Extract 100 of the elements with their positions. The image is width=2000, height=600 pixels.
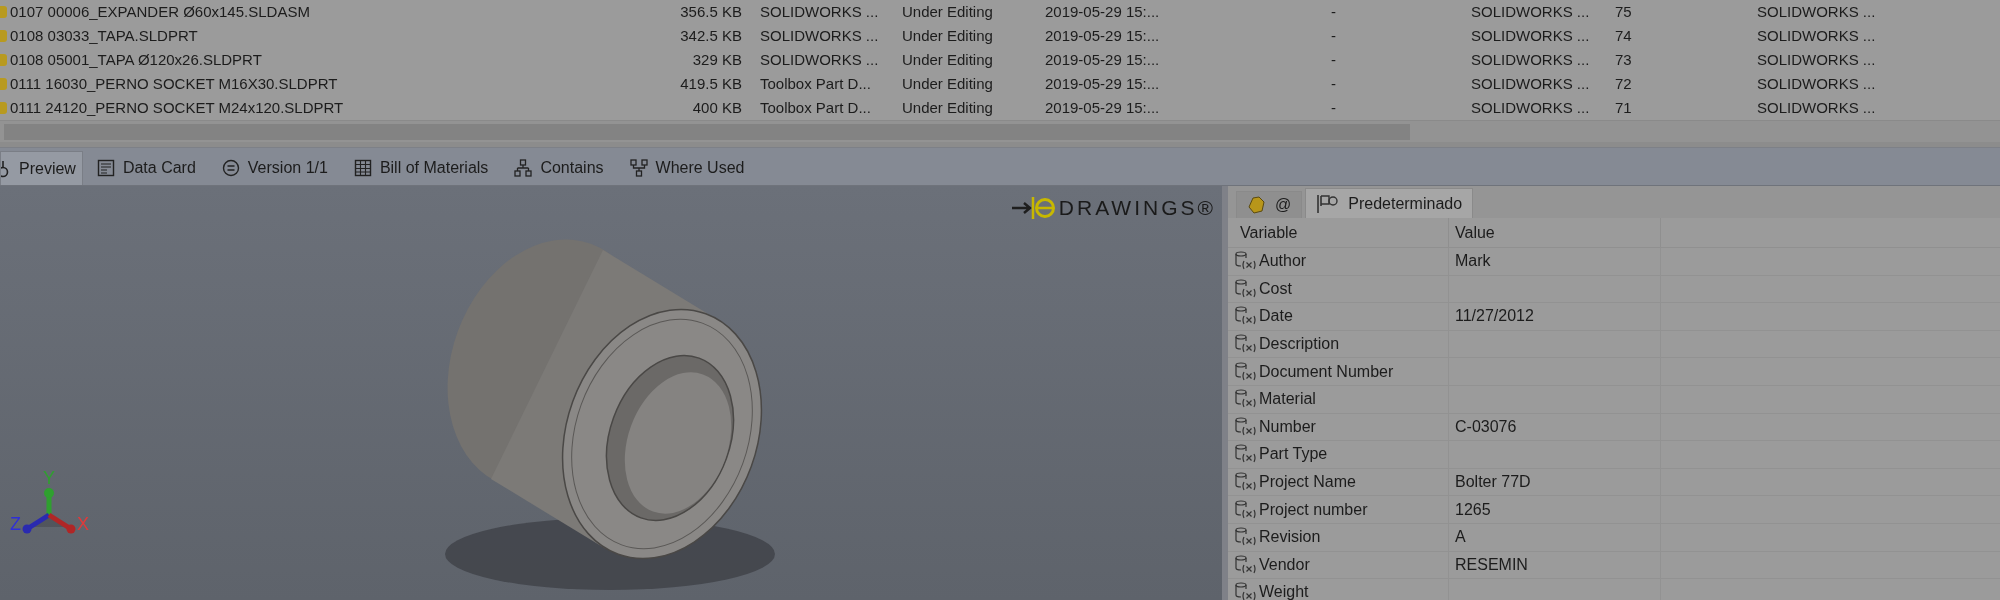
table-cell-text: SOLIDWORKS ... xyxy=(1757,25,1877,46)
variable-name: Date xyxy=(1259,306,1293,327)
table-cell-text: SOLIDWORKS ... xyxy=(1471,73,1591,94)
card-icon xyxy=(96,159,115,177)
table-cell-text: Under Editing xyxy=(902,49,994,70)
variable-value[interactable]: Mark xyxy=(1455,249,1491,274)
axis-label: Y xyxy=(43,469,55,487)
variable-value[interactable]: 11/27/2012 xyxy=(1455,304,1534,329)
table-cell-text: SOLIDWORKS ... xyxy=(1757,73,1877,94)
variable-name: Project number xyxy=(1259,499,1368,520)
table-cell-text: SOLIDWORKS ... xyxy=(1471,97,1591,118)
table-cell-text: 2019-05-29 15:... xyxy=(1045,1,1161,22)
tab[interactable]: Predeterminado xyxy=(1305,188,1474,218)
table-cell-text: Under Editing xyxy=(902,97,994,118)
variable-value[interactable]: 1265 xyxy=(1455,497,1491,522)
file-name-cell[interactable]: 0108 03033_TAPA.SLDPRT xyxy=(10,24,610,48)
tab[interactable]: Contains xyxy=(508,151,610,185)
variable-icon xyxy=(1234,472,1256,493)
variable-name: Material xyxy=(1259,389,1316,410)
table-cell-text: 2019-05-29 15:... xyxy=(1045,25,1161,46)
variable-name: Author xyxy=(1259,251,1307,272)
table-cell-text: - xyxy=(1331,97,1337,118)
table-cell-text: Toolbox Part D... xyxy=(760,97,872,118)
table-cell-text: 356.5 KB xyxy=(679,1,743,22)
axis-label: Z xyxy=(10,515,21,533)
variable-name: Project Name xyxy=(1259,472,1356,493)
table-cell-text: SOLIDWORKS ... xyxy=(1471,25,1591,46)
file-name-cell[interactable]: 0107 00006_EXPANDER Ø60x145.SLDASM xyxy=(10,0,610,24)
table-cell-text: SOLIDWORKS ... xyxy=(1757,1,1877,22)
column-header[interactable]: Variable xyxy=(1228,220,1448,245)
table-cell-text: 329 KB xyxy=(691,49,743,70)
variable-icon xyxy=(1234,278,1256,299)
tab[interactable]: Bill of Materials xyxy=(347,151,495,185)
variable-name: Part Type xyxy=(1259,444,1328,465)
table-cell-text: 71 xyxy=(1615,97,1633,118)
table-cell-text: 74 xyxy=(1615,25,1633,46)
table-cell-text: 342.5 KB xyxy=(679,25,743,46)
tab[interactable]: Version 1/1 xyxy=(215,151,334,185)
table-icon xyxy=(353,159,372,177)
file-name-cell[interactable]: 0108 05001_TAPA Ø120x26.SLDPRT xyxy=(10,48,610,72)
column-header[interactable]: Value xyxy=(1448,218,1660,247)
arrow-e-logo-icon xyxy=(1010,194,1055,221)
tab[interactable]: Where Used xyxy=(623,151,751,185)
hierarchy-icon xyxy=(629,159,648,177)
table-cell-text: SOLIDWORKS ... xyxy=(1757,49,1877,70)
file-name-cell[interactable]: 0111 24120_PERNO SOCKET M24x120.SLDPRT xyxy=(10,96,610,120)
hierarchy-icon xyxy=(514,159,533,177)
table-cell-text: SOLIDWORKS ... xyxy=(760,25,880,46)
variable-icon xyxy=(1234,251,1256,272)
part-icon xyxy=(0,102,7,114)
table-cell-text: SOLIDWORKS ... xyxy=(760,1,880,22)
variable-icon xyxy=(1234,582,1256,600)
part-icon xyxy=(0,6,7,18)
table-cell-text: Toolbox Part D... xyxy=(760,73,872,94)
table-cell-text: Under Editing xyxy=(902,1,994,22)
variable-icon xyxy=(1234,389,1256,410)
variable-icon xyxy=(1234,527,1256,548)
table-cell-text: - xyxy=(1331,25,1337,46)
variable-icon xyxy=(1234,444,1256,465)
table-cell-text: - xyxy=(1331,49,1337,70)
variable-value[interactable]: C-03076 xyxy=(1455,414,1517,439)
table-cell-text: 419.5 KB xyxy=(679,73,743,94)
table-cell-text: 2019-05-29 15:... xyxy=(1045,97,1161,118)
variable-name: Cost xyxy=(1259,278,1292,299)
table-cell-text: SOLIDWORKS ... xyxy=(1471,49,1591,70)
table-cell-text: - xyxy=(1331,1,1337,22)
part-icon xyxy=(0,30,7,42)
axis-label: X xyxy=(77,515,89,533)
variable-name: Vendor xyxy=(1259,554,1310,575)
part-icon xyxy=(0,78,7,90)
table-cell-text: 2019-05-29 15:... xyxy=(1045,49,1161,70)
variable-value[interactable]: A xyxy=(1455,525,1466,550)
table-cell-text: SOLIDWORKS ... xyxy=(1471,1,1591,22)
variable-value[interactable]: Bolter 77D xyxy=(1455,470,1531,495)
part-icon xyxy=(0,54,7,66)
variable-name: Revision xyxy=(1259,527,1321,548)
table-cell-text: 72 xyxy=(1615,73,1633,94)
tab[interactable]: Preview xyxy=(0,151,83,185)
variable-name: Weight xyxy=(1259,582,1309,600)
tab[interactable]: @ xyxy=(1236,191,1303,218)
preview-icon xyxy=(1,159,11,178)
variable-icon xyxy=(1234,306,1256,327)
variable-icon xyxy=(1234,554,1256,575)
tab[interactable]: Data Card xyxy=(90,151,202,185)
file-name-cell[interactable]: 0111 16030_PERNO SOCKET M16X30.SLDPRT xyxy=(10,72,610,96)
version-icon xyxy=(221,159,240,177)
table-cell-text: - xyxy=(1331,73,1337,94)
variable-name: Document Number xyxy=(1259,361,1394,382)
variable-value[interactable]: RESEMIN xyxy=(1455,552,1528,577)
variable-name: Number xyxy=(1259,416,1316,437)
table-cell-text: Under Editing xyxy=(902,73,994,94)
flag-icon xyxy=(1316,193,1341,214)
variable-icon xyxy=(1234,334,1256,355)
variable-icon xyxy=(1234,361,1256,382)
table-cell-text: 400 KB xyxy=(691,97,743,118)
table-cell-text: 75 xyxy=(1615,1,1633,22)
table-cell-text: SOLIDWORKS ... xyxy=(1757,97,1877,118)
variable-name: Description xyxy=(1259,334,1340,355)
table-cell-text: Under Editing xyxy=(902,25,994,46)
table-cell-text: 73 xyxy=(1615,49,1633,70)
